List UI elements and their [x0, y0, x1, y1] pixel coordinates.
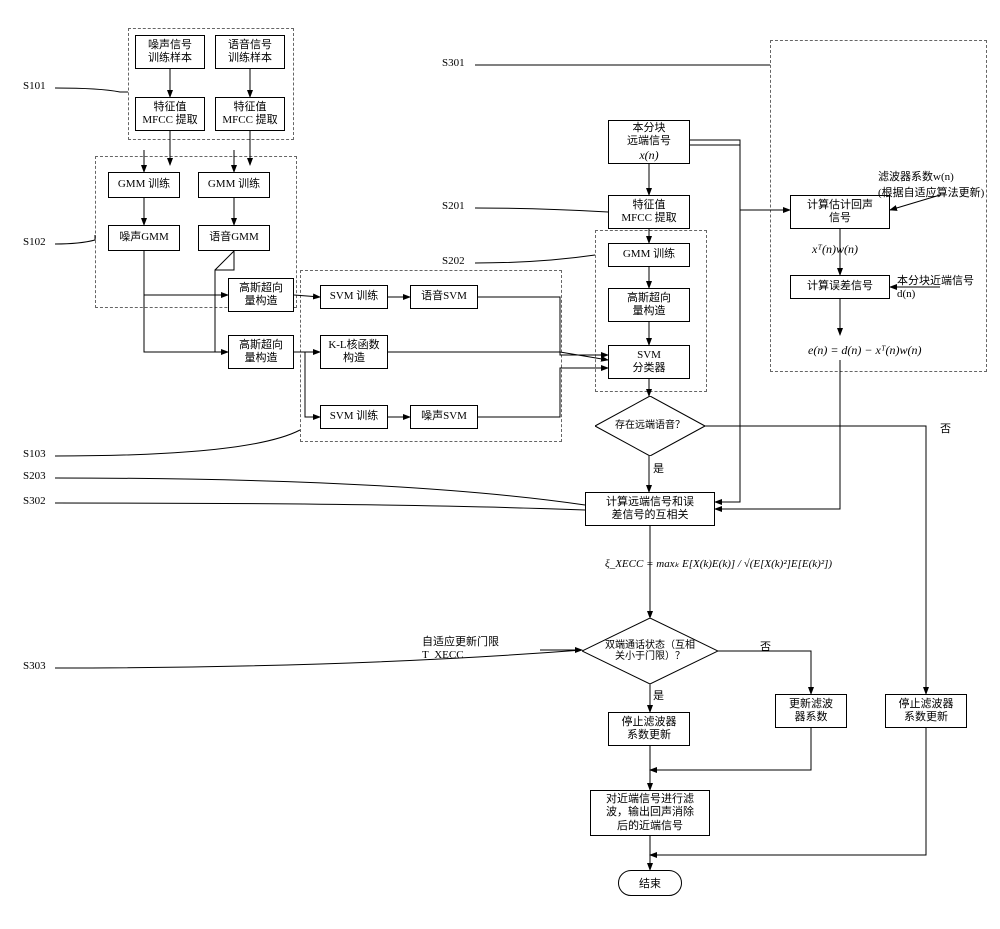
cross-corr-box: 计算远端信号和误 差信号的互相关 [585, 492, 715, 526]
err-sig-box: 计算误差信号 [790, 275, 890, 299]
double-talk-decision: 双端通话状态（互相 关小于门限）？ [582, 618, 718, 684]
gsv2-box: 高斯超向 量构造 [228, 335, 294, 369]
speech-gmm: 语音GMM [198, 225, 270, 251]
far-block-label: 本分块 远端信号 [627, 122, 671, 148]
noise-gmm-train: GMM 训练 [108, 172, 180, 198]
speech-gmm-train: GMM 训练 [198, 172, 270, 198]
gmm-train-box: GMM 训练 [608, 243, 690, 267]
s201-label: S201 [442, 200, 465, 212]
filter-coef-label: 滤波器系数w(n) (根据自适应算法更新) [878, 168, 984, 200]
svm-classifier-box: SVM 分类器 [608, 345, 690, 379]
stop-update2-box: 停止滤波器 系数更新 [885, 694, 967, 728]
noise-svm: 噪声SVM [410, 405, 478, 429]
est-echo-formula: xᵀ(n)w(n) [812, 242, 858, 257]
noise-mfcc-box: 特征值 MFCC 提取 [135, 97, 205, 131]
s202-label: S202 [442, 255, 465, 267]
svm-train-2: SVM 训练 [320, 405, 388, 429]
s101-label: S101 [23, 80, 46, 92]
end-terminator: 结束 [618, 870, 682, 896]
dt-yes: 是 [653, 687, 664, 703]
far-yes: 是 [653, 460, 664, 476]
s301-label: S301 [442, 57, 465, 69]
s102-label: S102 [23, 236, 46, 248]
gsv1-box: 高斯超向 量构造 [228, 278, 294, 312]
stop-update-box: 停止滤波器 系数更新 [608, 712, 690, 746]
gsv-box: 高斯超向 量构造 [608, 288, 690, 322]
kl-kernel: K-L核函数 构造 [320, 335, 388, 369]
noise-train-box: 噪声信号 训练样本 [135, 35, 205, 69]
xecc-formula: ξ_XECC = maxₖ E[X(k)E(k)] / √(E[X(k)²]E[… [605, 557, 832, 570]
speech-mfcc-box: 特征值 MFCC 提取 [215, 97, 285, 131]
far-speech-decision: 存在远端语音？ [595, 396, 705, 456]
far-no: 否 [940, 420, 951, 436]
near-block-label: 本分块近端信号 d(n) [897, 272, 974, 300]
update-coef-box: 更新滤波 器系数 [775, 694, 847, 728]
double-talk-q: 双端通话状态（互相 关小于门限）？ [597, 640, 703, 663]
svm-train-1: SVM 训练 [320, 285, 388, 309]
s302-label: S302 [23, 495, 46, 507]
speech-svm: 语音SVM [410, 285, 478, 309]
noise-gmm: 噪声GMM [108, 225, 180, 251]
far-block-box: 本分块 远端信号 x(n) [608, 120, 690, 164]
far-speech-q: 存在远端语音？ [607, 420, 693, 432]
s303-label: S303 [23, 660, 46, 672]
s103-label: S103 [23, 448, 46, 460]
dt-no: 否 [760, 638, 771, 654]
adaptive-thresh: 自适应更新门限 T_XECC [422, 633, 499, 661]
speech-train-box: 语音信号 训练样本 [215, 35, 285, 69]
far-sig-formula: x(n) [639, 148, 658, 162]
err-formula: e(n) = d(n) − xᵀ(n)w(n) [808, 343, 921, 358]
s203-label: S203 [23, 470, 46, 482]
filter-out-box: 对近端信号进行滤 波，输出回声消除 后的近端信号 [590, 790, 710, 836]
est-echo-box: 计算估计回声 信号 [790, 195, 890, 229]
mfcc-box: 特征值 MFCC 提取 [608, 195, 690, 229]
